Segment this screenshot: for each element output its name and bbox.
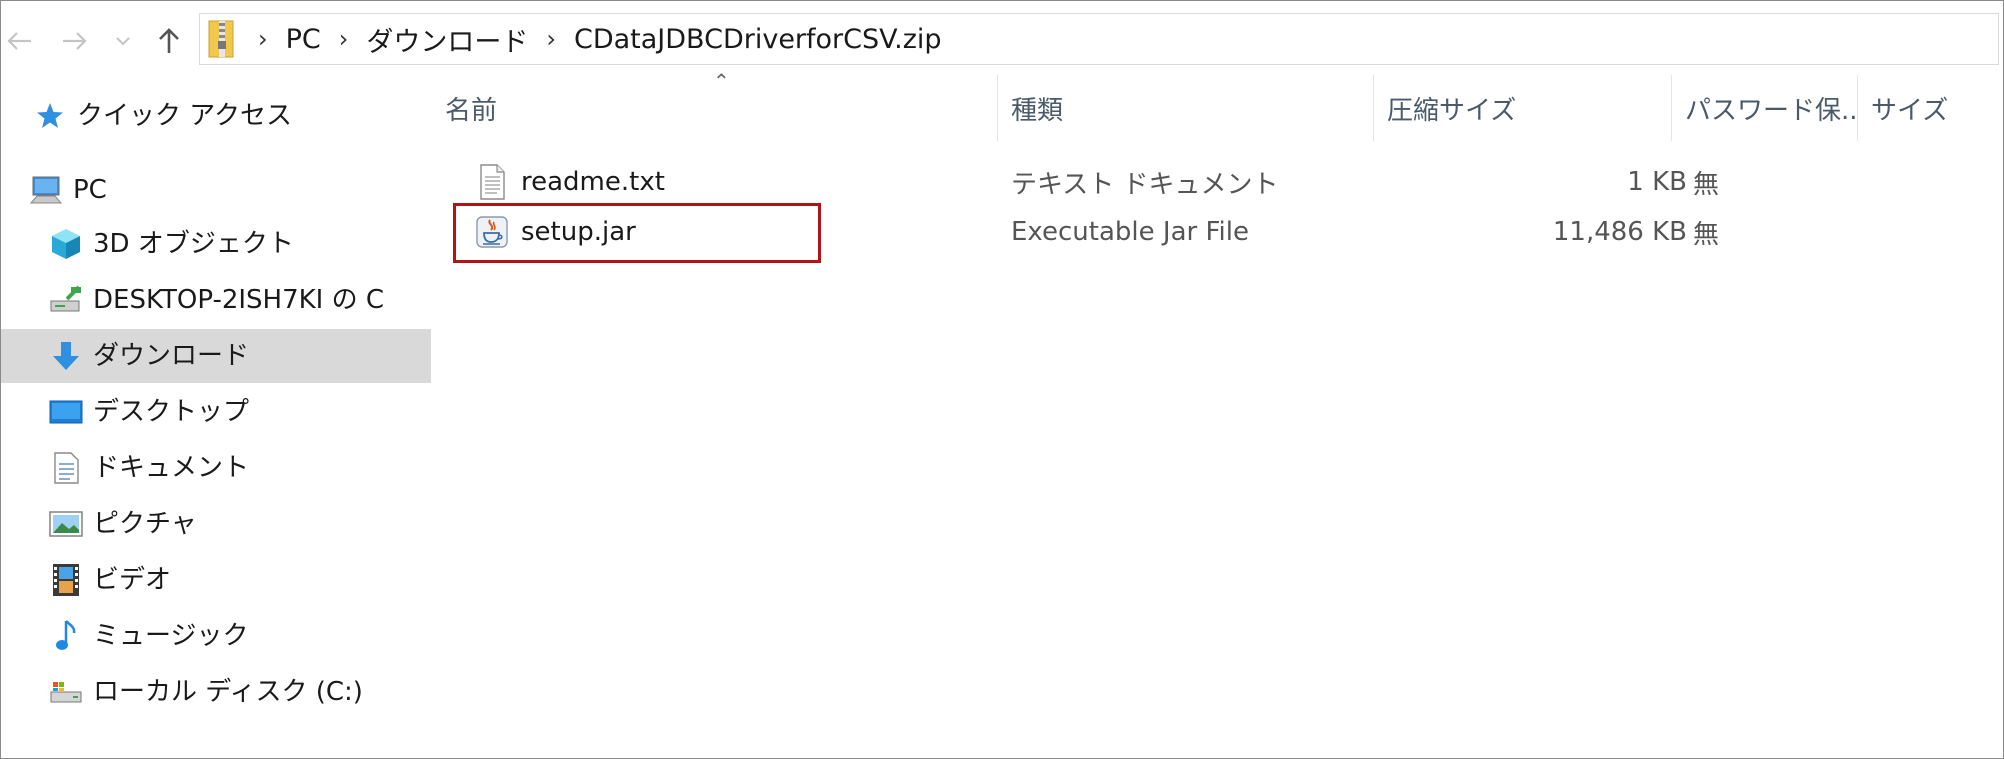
column-header-type[interactable]: 種類 (997, 75, 1373, 141)
cube-icon (49, 227, 83, 261)
sidebar-item-3d-objects[interactable]: 3D オブジェクト (1, 217, 469, 271)
chevron-down-icon (116, 37, 130, 46)
arrow-up-icon (159, 28, 179, 53)
file-password: 無 (1693, 169, 1720, 200)
java-jar-icon (476, 216, 508, 248)
star-icon (33, 99, 67, 133)
computer-icon (29, 173, 63, 207)
breadcrumb-separator[interactable]: › (258, 25, 268, 53)
download-arrow-icon (49, 339, 83, 373)
file-list: ⌃ 名前 種類 圧縮サイズ パスワード保... サイズ readme.txt テ… (431, 69, 2003, 758)
breadcrumb-zip[interactable]: CDataJDBCDriverforCSV.zip (574, 24, 942, 55)
breadcrumb-pc[interactable]: PC (286, 24, 321, 55)
sidebar-item-quick-access[interactable]: クイック アクセス (1, 89, 453, 143)
sidebar-item-documents[interactable]: ドキュメント (1, 441, 469, 495)
music-note-icon (49, 619, 83, 653)
address-bar[interactable]: › PC › ダウンロード › CDataJDBCDriverforCSV.zi… (199, 13, 1999, 65)
navigation-pane: クイック アクセス PC 3D オブジェクト DESKTOP-2ISH7KI の… (1, 75, 469, 758)
sidebar-item-pictures[interactable]: ピクチャ (1, 497, 469, 551)
document-icon (49, 451, 83, 485)
sidebar-item-music[interactable]: ミュージック (1, 609, 469, 663)
file-password: 無 (1693, 219, 1720, 250)
forward-button[interactable] (57, 19, 93, 63)
file-type: Executable Jar File (1011, 217, 1249, 247)
column-header-size[interactable]: サイズ (1857, 75, 2003, 141)
file-explorer-window: › PC › ダウンロード › CDataJDBCDriverforCSV.zi… (0, 0, 2004, 759)
picture-icon (49, 507, 83, 541)
file-compressed-size: 11,486 KB (1552, 217, 1687, 247)
recent-locations-button[interactable] (109, 19, 137, 63)
sidebar-item-desktop[interactable]: デスクトップ (1, 385, 469, 439)
disk-icon (49, 675, 83, 709)
zip-folder-icon (206, 19, 240, 59)
text-file-icon (480, 164, 505, 200)
file-name: setup.jar (521, 217, 636, 247)
file-type: テキスト ドキュメント (1011, 169, 1279, 200)
navigation-bar: › PC › ダウンロード › CDataJDBCDriverforCSV.zi… (1, 1, 2003, 75)
file-name: readme.txt (521, 167, 665, 197)
sidebar-item-downloads[interactable]: ダウンロード (1, 329, 469, 383)
video-icon (49, 563, 83, 597)
arrow-left-icon (7, 32, 31, 50)
column-header-password[interactable]: パスワード保... (1671, 75, 1857, 141)
sidebar-item-pc[interactable]: PC (1, 163, 449, 217)
network-drive-icon (49, 283, 83, 317)
breadcrumb-downloads[interactable]: ダウンロード (366, 20, 528, 59)
column-header-name[interactable]: 名前 (431, 75, 997, 141)
back-button[interactable] (1, 19, 37, 63)
breadcrumb-separator[interactable]: › (546, 25, 556, 53)
file-compressed-size: 1 KB (1627, 167, 1687, 197)
up-button[interactable] (149, 19, 189, 63)
file-row-setup-jar[interactable]: setup.jar Executable Jar File 11,486 KB … (431, 207, 2003, 257)
desktop-icon (49, 395, 83, 429)
file-row-readme[interactable]: readme.txt テキスト ドキュメント 1 KB 無 (431, 157, 2003, 207)
column-header-compressed-size[interactable]: 圧縮サイズ (1373, 75, 1671, 141)
breadcrumb-separator[interactable]: › (339, 25, 349, 53)
sidebar-item-local-disk[interactable]: ローカル ディスク (C:) (1, 665, 469, 719)
sidebar-item-network-drive[interactable]: DESKTOP-2ISH7KI の C (1, 273, 469, 327)
sidebar-item-videos[interactable]: ビデオ (1, 553, 469, 607)
arrow-right-icon (63, 32, 87, 50)
